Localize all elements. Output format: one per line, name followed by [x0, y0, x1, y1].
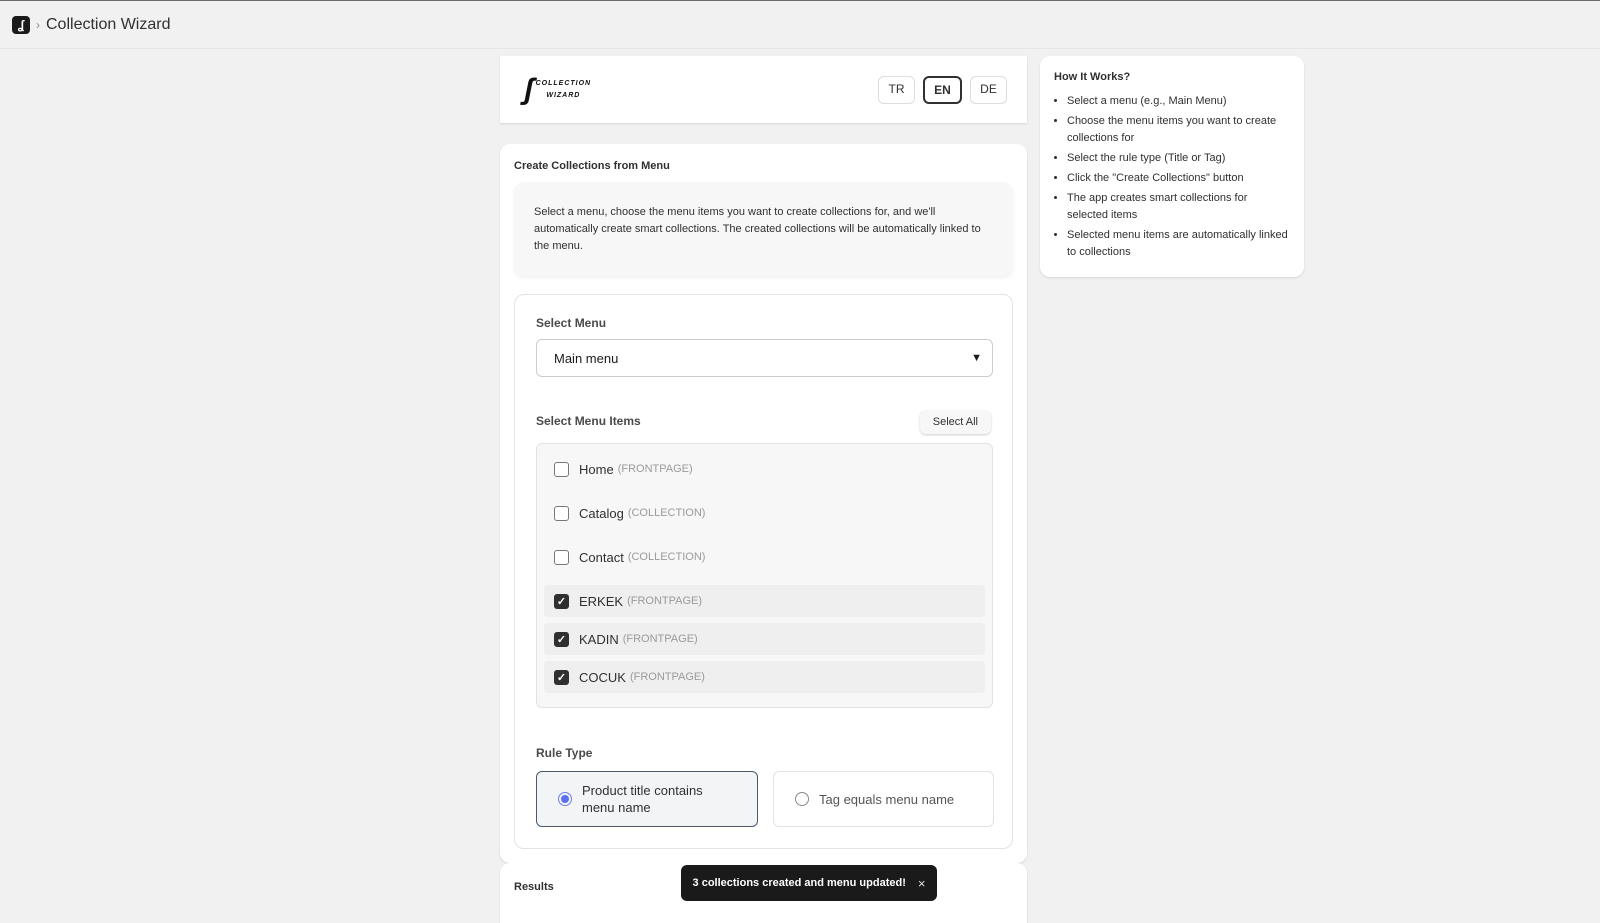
card-title: Create Collections from Menu [514, 160, 670, 172]
item-name: Contact [579, 549, 624, 565]
checkbox[interactable] [554, 549, 569, 565]
item-type: (FRONTPAGE) [629, 671, 705, 683]
item-type: (FRONTPAGE) [622, 633, 698, 645]
rule-type-label: Rule Type [536, 746, 593, 760]
menu-item[interactable]: ✓ ERKEK (FRONTPAGE) [544, 585, 985, 617]
chevron-down-icon: ▼ [971, 352, 982, 364]
item-type: (COLLECTION) [627, 551, 706, 563]
logo-card: ʃ COLLECTION WIZARD TR EN DE [500, 56, 1027, 123]
menu-item[interactable]: ✓ COCUK (FRONTPAGE) [544, 661, 985, 693]
menu-items-list: Home (FRONTPAGE) Catalog (COLLECTION) Cont… [536, 443, 993, 708]
lang-en-button[interactable]: EN [923, 75, 962, 104]
menu-item[interactable]: ✓ KADIN (FRONTPAGE) [544, 623, 985, 655]
wizard-icon[interactable]: ʆ [12, 15, 30, 34]
step: The app creates smart collections for se… [1067, 190, 1290, 224]
logo-line1: COLLECTION [535, 79, 592, 87]
radio[interactable] [795, 792, 809, 806]
menu-select-value: Main menu [554, 350, 619, 366]
toast-notification: 3 collections created and menu updated! … [681, 865, 937, 901]
step: Choose the menu items you want to create… [1067, 113, 1290, 147]
item-type: (FRONTPAGE) [617, 463, 693, 475]
item-type: (COLLECTION) [627, 507, 706, 519]
checkbox[interactable] [554, 461, 569, 477]
how-it-works-card: How It Works? Select a menu (e.g., Main … [1040, 56, 1304, 277]
toast-message: 3 collections created and menu updated! [692, 877, 906, 889]
select-all-button[interactable]: Select All [919, 410, 991, 434]
menu-items-label: Select Menu Items [536, 414, 641, 428]
item-type: (FRONTPAGE) [627, 595, 703, 607]
step: Click the "Create Collections" button [1067, 170, 1290, 187]
menu-item[interactable]: Catalog (COLLECTION) [544, 491, 985, 535]
how-it-works-title: How It Works? [1054, 71, 1131, 83]
create-collections-card: Create Collections from Menu Select a me… [500, 144, 1027, 863]
checkbox[interactable] [554, 505, 569, 521]
item-name: ERKEK [579, 593, 624, 609]
checkbox-checked[interactable]: ✓ [554, 631, 569, 647]
close-icon[interactable]: × [918, 876, 926, 891]
item-name: KADIN [579, 631, 619, 647]
menu-select[interactable]: Main menu ▼ [536, 339, 993, 377]
checkbox-checked[interactable]: ✓ [554, 669, 569, 685]
step: Selected menu items are automatically li… [1067, 227, 1290, 261]
radio-selected[interactable] [558, 792, 572, 806]
checkbox-checked[interactable]: ✓ [554, 593, 569, 609]
rule-option-label: Product title contains menu name [582, 783, 703, 815]
menu-item[interactable]: Home (FRONTPAGE) [544, 447, 985, 491]
steps-list: Select a menu (e.g., Main Menu) Choose t… [1054, 93, 1290, 261]
step: Select the rule type (Title or Tag) [1067, 150, 1290, 167]
rule-option-label: Tag equals menu name [819, 791, 955, 807]
collection-form: Select Menu Main menu ▼ Select Menu Items… [514, 294, 1013, 849]
logo-line2: WIZARD [546, 91, 581, 99]
menu-item[interactable]: Contact (COLLECTION) [544, 535, 985, 579]
page-title: Collection Wizard [46, 15, 171, 33]
description-box: Select a menu, choose the menu items you… [514, 182, 1013, 276]
item-name: Catalog [579, 505, 624, 521]
lang-de-button[interactable]: DE [970, 75, 1007, 104]
rule-option-title[interactable]: Product title contains menu name [536, 771, 758, 827]
language-switcher: TR EN DE [878, 75, 1007, 104]
lang-tr-button[interactable]: TR [878, 75, 915, 104]
item-name: Home [579, 461, 614, 477]
step: Select a menu (e.g., Main Menu) [1067, 93, 1290, 110]
rule-option-tag[interactable]: Tag equals menu name [773, 771, 994, 827]
app-logo: ʃ COLLECTION WIZARD [524, 72, 592, 106]
select-menu-label: Select Menu [536, 316, 607, 330]
item-name: COCUK [579, 669, 626, 685]
breadcrumb-chevron-icon: › [36, 17, 40, 32]
wizard-logo-icon: ʃ [524, 72, 534, 106]
top-bar: ʆ › Collection Wizard [0, 1, 1600, 49]
